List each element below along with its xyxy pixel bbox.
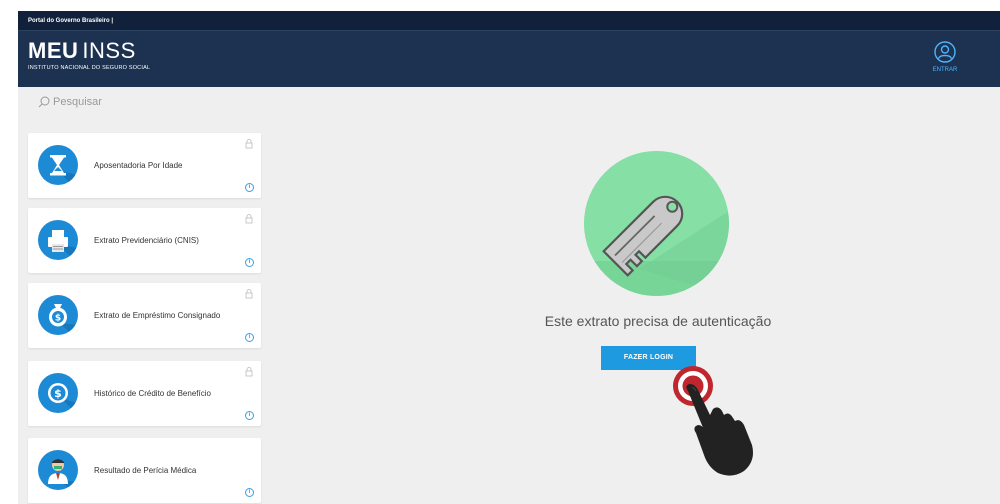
info-icon[interactable]: i (245, 183, 254, 192)
service-card-cnis[interactable]: Extrato Previdenciário (CNIS) i (28, 208, 261, 273)
service-label: Aposentadoria Por Idade (94, 161, 183, 170)
doctor-icon (38, 450, 78, 490)
search-input[interactable]: Pesquisar (38, 96, 102, 108)
meu-inss-logo[interactable]: MEU INSS INSTITUTO NACIONAL DO SEGURO SOC… (28, 38, 151, 72)
lock-icon (245, 289, 253, 299)
service-card-pericia[interactable]: Resultado de Perícia Médica i (28, 438, 261, 503)
info-icon[interactable]: i (245, 411, 254, 420)
info-icon[interactable]: i (245, 333, 254, 342)
search-icon (38, 96, 50, 108)
service-label: Extrato de Empréstimo Consignado (94, 311, 221, 320)
service-card-emprestimo[interactable]: $ Extrato de Empréstimo Consignado i (28, 283, 261, 348)
user-icon (934, 41, 956, 63)
service-label: Histórico de Crédito de Benefício (94, 389, 211, 398)
gov-bar-link[interactable]: Portal do Governo Brasileiro | (28, 18, 113, 24)
service-label: Extrato Previdenciário (CNIS) (94, 236, 199, 245)
hourglass-icon (38, 145, 78, 185)
logo-subtitle: INSTITUTO NACIONAL DO SEGURO SOCIAL (28, 65, 151, 71)
info-icon[interactable]: i (245, 488, 254, 497)
pointing-hand-icon (673, 366, 753, 476)
gov-bar: Portal do Governo Brasileiro | (18, 11, 1000, 30)
service-label: Resultado de Perícia Médica (94, 466, 197, 475)
logo-inss: INSS (82, 38, 136, 63)
svg-text:$: $ (55, 314, 61, 324)
printer-icon (38, 220, 78, 260)
entrar-label: ENTRAR (932, 67, 958, 73)
money-bag-icon: $ (38, 295, 78, 335)
dollar-coin-icon: $ (38, 373, 78, 413)
search-placeholder: Pesquisar (53, 96, 102, 108)
page: Portal do Governo Brasileiro | MEU INSS I… (18, 11, 1000, 504)
service-card-aposentadoria[interactable]: Aposentadoria Por Idade i (28, 133, 261, 198)
lock-icon (245, 139, 253, 149)
key-icon (584, 151, 729, 296)
svg-text:$: $ (54, 387, 62, 400)
entrar-button[interactable]: ENTRAR (930, 41, 960, 73)
lock-icon (245, 367, 253, 377)
logo-meu: MEU (28, 38, 79, 63)
auth-message: Este extrato precisa de autenticação (544, 313, 772, 329)
info-icon[interactable]: i (245, 258, 254, 267)
lock-icon (245, 214, 253, 224)
header: MEU INSS INSTITUTO NACIONAL DO SEGURO SOC… (18, 30, 1000, 87)
service-card-historico[interactable]: $ Histórico de Crédito de Benefício i (28, 361, 261, 426)
